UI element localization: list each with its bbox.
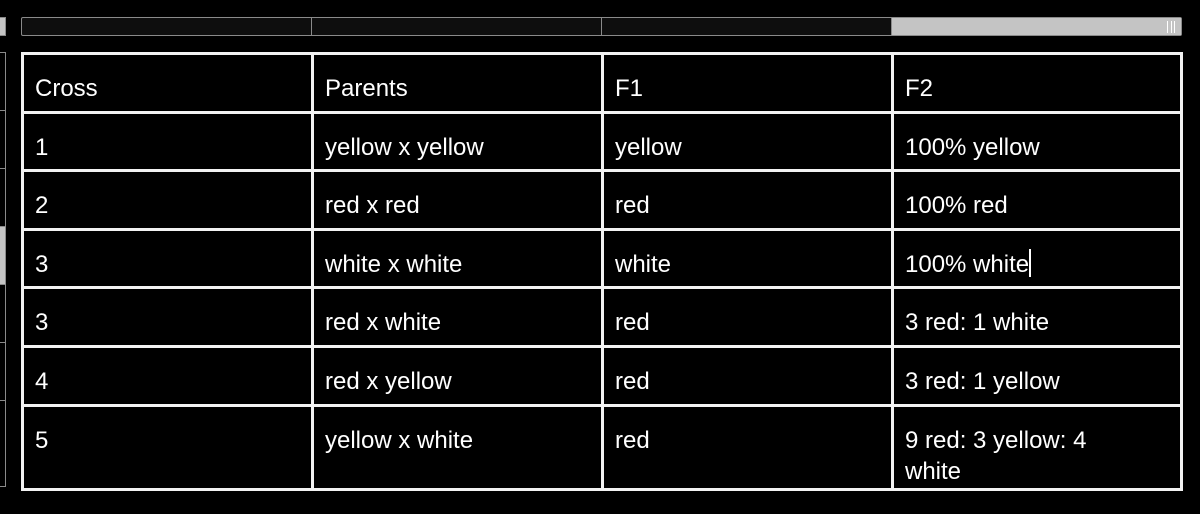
cell-f2-active[interactable]: 100% white bbox=[891, 227, 1183, 290]
cell-parents[interactable]: yellow x white bbox=[311, 403, 604, 491]
header-cell-parents[interactable]: Parents bbox=[311, 52, 604, 114]
cell-parents[interactable]: red x red bbox=[311, 169, 604, 231]
cell-f1[interactable]: yellow bbox=[601, 110, 894, 173]
row-handle-header[interactable] bbox=[0, 52, 6, 111]
row-handle-1[interactable] bbox=[0, 111, 6, 169]
cell-cross[interactable]: 5 bbox=[21, 403, 314, 491]
cell-parents[interactable]: red x white bbox=[311, 286, 604, 348]
cell-f2[interactable]: 3 red: 1 white bbox=[891, 286, 1183, 348]
column-handle-cross[interactable] bbox=[22, 18, 312, 35]
table-row: 3 white x white white 100% white bbox=[21, 227, 1183, 290]
cell-cross[interactable]: 3 bbox=[21, 286, 314, 348]
row-handle-6[interactable] bbox=[0, 401, 6, 487]
table-header-row: Cross Parents F1 F2 bbox=[21, 52, 1183, 114]
header-cell-cross[interactable]: Cross bbox=[21, 52, 314, 114]
cell-cross[interactable]: 3 bbox=[21, 227, 314, 290]
cell-cross[interactable]: 1 bbox=[21, 110, 314, 173]
cell-cross[interactable]: 2 bbox=[21, 169, 314, 231]
table-row: 3 red x white red 3 red: 1 white bbox=[21, 286, 1183, 348]
table-row: 5 yellow x white red 9 red: 3 yellow: 4 … bbox=[21, 403, 1183, 491]
cell-f2[interactable]: 3 red: 1 yellow bbox=[891, 344, 1183, 407]
cell-f1[interactable]: red bbox=[601, 169, 894, 231]
table-row: 1 yellow x yellow yellow 100% yellow bbox=[21, 110, 1183, 173]
column-handle-f2[interactable] bbox=[892, 18, 1181, 35]
cell-parents[interactable]: yellow x yellow bbox=[311, 110, 604, 173]
column-ruler bbox=[21, 17, 1182, 36]
row-handle-3[interactable] bbox=[0, 227, 6, 285]
cell-cross[interactable]: 4 bbox=[21, 344, 314, 407]
header-cell-f2[interactable]: F2 bbox=[891, 52, 1183, 114]
row-handle-5[interactable] bbox=[0, 343, 6, 401]
header-cell-f1[interactable]: F1 bbox=[601, 52, 894, 114]
cell-f1[interactable]: red bbox=[601, 286, 894, 348]
cell-parents[interactable]: white x white bbox=[311, 227, 604, 290]
cell-f2[interactable]: 100% yellow bbox=[891, 110, 1183, 173]
cell-parents[interactable]: red x yellow bbox=[311, 344, 604, 407]
row-handle-4[interactable] bbox=[0, 285, 6, 343]
table-row: 4 red x yellow red 3 red: 1 yellow bbox=[21, 344, 1183, 407]
row-handle-2[interactable] bbox=[0, 169, 6, 227]
column-handle-parents[interactable] bbox=[312, 18, 602, 35]
table-row: 2 red x red red 100% red bbox=[21, 169, 1183, 231]
column-handle-f1[interactable] bbox=[602, 18, 892, 35]
cell-f2[interactable]: 100% red bbox=[891, 169, 1183, 231]
genetics-cross-table: Cross Parents F1 F2 1 yellow x yellow ye… bbox=[21, 52, 1183, 491]
cell-f1[interactable]: red bbox=[601, 344, 894, 407]
cell-f2-text: 100% white bbox=[905, 250, 1030, 278]
cell-f1[interactable]: red bbox=[601, 403, 894, 491]
drag-grip-icon[interactable] bbox=[1167, 21, 1175, 33]
text-cursor bbox=[1029, 248, 1032, 277]
row-ruler bbox=[0, 52, 6, 487]
table-select-all-handle[interactable] bbox=[0, 17, 6, 36]
cell-f1[interactable]: white bbox=[601, 227, 894, 290]
cell-f2[interactable]: 9 red: 3 yellow: 4 white bbox=[891, 403, 1183, 491]
